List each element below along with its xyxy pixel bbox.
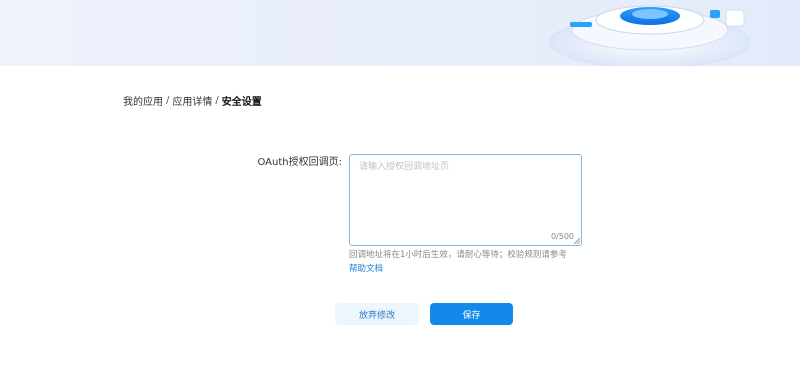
resize-handle[interactable]	[574, 238, 580, 244]
char-counter: 0/500	[550, 232, 574, 241]
oauth-callback-field: 0/500	[349, 154, 582, 246]
save-button[interactable]: 保存	[430, 303, 513, 325]
oauth-callback-label: OAuth授权回调页:	[257, 157, 342, 168]
breadcrumb-current: 安全设置	[221, 97, 262, 108]
banner-illustration	[549, 5, 751, 66]
breadcrumb-separator: /	[215, 95, 219, 106]
callback-hint: 回调地址将在1小时后生效，请耐心等待；校验规则请参考	[349, 250, 567, 260]
help-docs-link[interactable]: 帮助文档	[349, 263, 383, 276]
page: 我的应用 / 应用详情 / 安全设置 OAuth授权回调页: 0/500 回调地…	[0, 0, 800, 385]
discard-changes-button[interactable]: 放弃修改	[335, 303, 419, 325]
breadcrumb-app-details[interactable]: 应用详情	[172, 93, 212, 108]
breadcrumb: 我的应用 / 应用详情 / 安全设置	[123, 93, 262, 108]
header-banner	[0, 0, 800, 66]
oauth-callback-input[interactable]	[350, 155, 581, 245]
breadcrumb-separator: /	[166, 95, 170, 106]
breadcrumb-my-apps[interactable]: 我的应用	[123, 93, 163, 108]
